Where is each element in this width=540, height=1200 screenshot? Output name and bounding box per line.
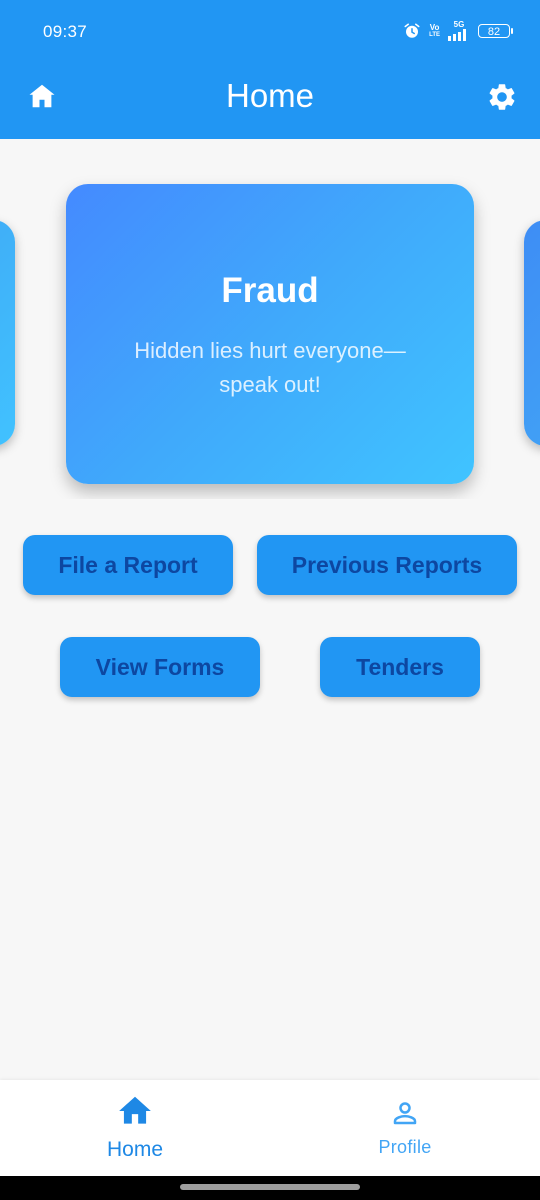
category-carousel[interactable]: Fraud Hidden lies hurt everyone—speak ou… xyxy=(0,139,540,499)
file-report-button[interactable]: File a Report xyxy=(23,535,233,595)
volte-bottom-text: LTE xyxy=(429,31,440,38)
volte-icon: Vo LTE xyxy=(429,22,440,39)
previous-card[interactable] xyxy=(0,220,15,446)
next-card[interactable] xyxy=(524,220,540,446)
bottom-nav: Home Profile xyxy=(0,1080,540,1176)
card-subtitle: Hidden lies hurt everyone—speak out! xyxy=(134,338,406,397)
status-icons: Vo LTE 5G 82 xyxy=(403,20,513,42)
volte-top-text: Vo xyxy=(429,22,440,32)
status-time: 09:37 xyxy=(43,22,88,41)
person-icon xyxy=(390,1098,420,1128)
page-title: Home xyxy=(225,77,315,114)
battery-icon: 82 xyxy=(478,24,513,38)
network-type-text: 5G xyxy=(453,20,465,29)
nav-label-profile: Profile xyxy=(378,1137,432,1157)
card-title: Fraud xyxy=(221,271,319,310)
system-nav-bar xyxy=(0,1176,540,1200)
gesture-handle[interactable] xyxy=(180,1184,360,1190)
home-icon xyxy=(116,1092,154,1130)
settings-icon[interactable] xyxy=(486,81,518,113)
view-forms-button[interactable]: View Forms xyxy=(60,637,260,697)
carousel-card[interactable]: Fraud Hidden lies hurt everyone—speak ou… xyxy=(66,184,474,484)
previous-reports-button[interactable]: Previous Reports xyxy=(257,535,517,595)
nav-item-profile[interactable]: Profile xyxy=(270,1080,540,1176)
status-bar: 09:37 Vo LTE 5G 82 xyxy=(0,0,540,62)
tenders-button[interactable]: Tenders xyxy=(320,637,480,697)
nav-item-home[interactable]: Home xyxy=(0,1080,270,1176)
signal-5g-icon: 5G xyxy=(448,21,470,41)
nav-label-home: Home xyxy=(106,1138,164,1161)
alarm-icon xyxy=(403,22,421,40)
app-bar: Home xyxy=(0,62,540,139)
